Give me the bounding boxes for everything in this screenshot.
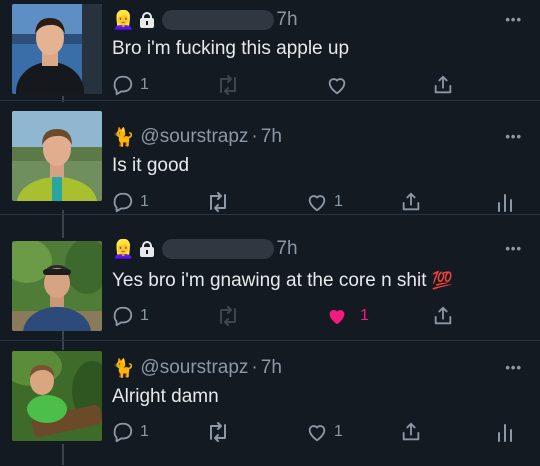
tweet-text: Yes bro i'm gnawing at the core n shit 💯 bbox=[112, 270, 453, 292]
profile-emoji: 👱‍♀️ bbox=[112, 9, 135, 30]
share-button[interactable] bbox=[400, 191, 422, 213]
reply-count: 1 bbox=[140, 423, 149, 440]
tweet-header: 🐈 @sourstrapz · 7h bbox=[112, 124, 282, 150]
heart-filled-icon bbox=[329, 310, 345, 325]
analytics-button[interactable] bbox=[496, 191, 514, 213]
handle[interactable]: @sourstrapz bbox=[140, 126, 248, 148]
tweet-text-body: Yes bro i'm gnawing at the core n shit bbox=[112, 270, 427, 291]
like-button[interactable]: 1 bbox=[326, 305, 369, 327]
timestamp[interactable]: 7h bbox=[261, 357, 282, 379]
separator: · bbox=[251, 357, 258, 378]
share-button[interactable] bbox=[432, 74, 454, 96]
avatar-photo bbox=[12, 4, 102, 94]
more-options-icon[interactable]: ••• bbox=[505, 241, 522, 256]
like-button[interactable] bbox=[326, 74, 348, 96]
hundred-emoji: 💯 bbox=[431, 271, 453, 290]
reply-icon bbox=[113, 306, 133, 327]
retweet-icon bbox=[220, 75, 236, 95]
profile-emoji: 👱‍♀️ bbox=[112, 238, 135, 259]
redacted-username bbox=[162, 239, 275, 259]
share-icon bbox=[402, 422, 420, 441]
tweet-actions: 1 1 bbox=[112, 305, 524, 331]
reply-button[interactable]: 1 bbox=[112, 191, 149, 213]
tweet-text: Bro i'm fucking this apple up bbox=[112, 38, 350, 59]
reply-count: 1 bbox=[140, 307, 149, 324]
more-options-icon[interactable]: ••• bbox=[505, 12, 522, 27]
share-icon bbox=[402, 192, 420, 211]
lock-icon bbox=[140, 12, 155, 28]
retweet-icon bbox=[210, 192, 226, 212]
retweet-icon bbox=[210, 422, 226, 442]
share-icon bbox=[434, 75, 452, 94]
tweet-header: 🐈 @sourstrapz · 7h bbox=[112, 355, 282, 381]
profile-emoji: 🐈 bbox=[112, 126, 135, 147]
heart-outline-icon bbox=[308, 195, 326, 212]
more-options-icon[interactable]: ••• bbox=[505, 129, 522, 144]
tweet-4[interactable]: 🐈 @sourstrapz · 7h ••• Alright damn 1 1 bbox=[0, 340, 540, 466]
handle[interactable]: @sourstrapz bbox=[140, 357, 248, 379]
heart-outline-icon bbox=[328, 78, 346, 95]
lock-icon bbox=[140, 241, 155, 257]
share-button[interactable] bbox=[432, 305, 454, 327]
avatar[interactable] bbox=[12, 111, 102, 201]
tweet-2[interactable]: 🐈 @sourstrapz · 7h ••• Is it good 1 1 bbox=[0, 100, 540, 215]
reply-button[interactable]: 1 bbox=[112, 305, 149, 327]
reply-icon bbox=[113, 75, 133, 96]
avatar-photo bbox=[12, 241, 102, 331]
like-count: 1 bbox=[334, 423, 343, 440]
avatar[interactable] bbox=[12, 241, 102, 331]
reply-count: 1 bbox=[140, 76, 149, 93]
timestamp[interactable]: 7h bbox=[276, 238, 297, 260]
profile-emoji: 🐈 bbox=[112, 357, 135, 378]
analytics-icon bbox=[498, 424, 512, 442]
analytics-icon bbox=[498, 194, 512, 212]
timestamp[interactable]: 7h bbox=[261, 126, 282, 148]
retweet-button[interactable] bbox=[216, 74, 240, 96]
avatar[interactable] bbox=[12, 4, 102, 94]
heart-outline-icon bbox=[308, 425, 326, 442]
separator: · bbox=[251, 126, 258, 147]
reply-button[interactable]: 1 bbox=[112, 74, 149, 96]
tweet-text: Alright damn bbox=[112, 386, 219, 407]
tweet-1[interactable]: 👱‍♀️ 7h ••• Bro i'm fucking this apple u… bbox=[0, 0, 540, 100]
reply-button[interactable]: 1 bbox=[112, 421, 149, 443]
reply-count: 1 bbox=[140, 193, 149, 210]
tweet-header: 👱‍♀️ 7h bbox=[112, 7, 298, 33]
reply-icon bbox=[113, 192, 133, 213]
reply-icon bbox=[113, 422, 133, 443]
share-icon bbox=[434, 306, 452, 325]
like-button[interactable]: 1 bbox=[306, 421, 343, 443]
like-button[interactable]: 1 bbox=[306, 191, 343, 213]
retweet-button[interactable] bbox=[206, 421, 230, 443]
tweet-actions: 1 1 bbox=[112, 421, 524, 447]
redacted-username bbox=[162, 10, 275, 30]
avatar-photo bbox=[12, 351, 102, 441]
retweet-icon bbox=[220, 306, 236, 326]
like-count: 1 bbox=[334, 193, 343, 210]
avatar[interactable] bbox=[12, 351, 102, 441]
analytics-button[interactable] bbox=[496, 421, 514, 443]
retweet-button[interactable] bbox=[206, 191, 230, 213]
like-count: 1 bbox=[360, 307, 369, 324]
tweet-actions: 1 bbox=[112, 74, 524, 100]
timestamp[interactable]: 7h bbox=[276, 9, 297, 31]
tweet-header: 👱‍♀️ 7h bbox=[112, 236, 298, 262]
more-options-icon[interactable]: ••• bbox=[505, 360, 522, 375]
share-button[interactable] bbox=[400, 421, 422, 443]
retweet-button[interactable] bbox=[216, 305, 240, 327]
tweet-text: Is it good bbox=[112, 155, 190, 176]
tweet-3[interactable]: 👱‍♀️ 7h ••• Yes bro i'm gnawing at the c… bbox=[0, 214, 540, 341]
avatar-photo bbox=[12, 111, 102, 201]
